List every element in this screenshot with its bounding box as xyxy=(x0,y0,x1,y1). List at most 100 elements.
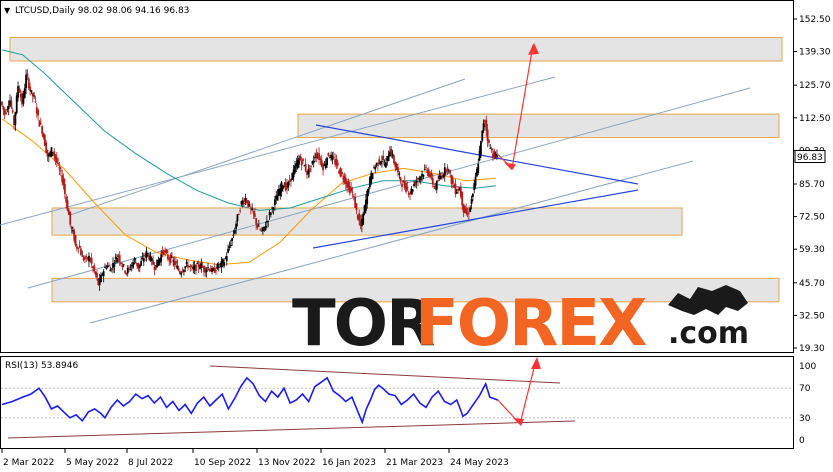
candle-body xyxy=(422,174,425,177)
candle-body xyxy=(180,272,183,275)
candle-body xyxy=(142,258,145,262)
rsi-tick-label: 100 xyxy=(799,362,816,372)
candle-body xyxy=(470,199,473,204)
candle-body xyxy=(327,153,330,156)
y-tick-label: 45.70 xyxy=(799,279,825,289)
x-tick-label: 21 Mar 2023 xyxy=(386,458,443,468)
candle-body xyxy=(299,155,302,161)
candle-body xyxy=(47,154,50,157)
candle-body xyxy=(122,264,125,266)
candle-body xyxy=(41,126,44,134)
candle-body xyxy=(162,250,165,255)
candle-body xyxy=(124,270,126,273)
candle-body xyxy=(232,234,235,236)
candle-body xyxy=(481,130,484,141)
candle-body xyxy=(34,101,37,102)
candle-body xyxy=(350,187,353,192)
candle-body xyxy=(69,211,72,225)
candle-body xyxy=(469,207,472,212)
candle-body xyxy=(411,189,414,192)
candle-body xyxy=(312,160,315,164)
candle-body xyxy=(467,212,470,214)
candle-body xyxy=(267,221,270,222)
candle-body xyxy=(236,214,239,222)
candle-body xyxy=(399,177,402,182)
candle-body xyxy=(108,265,110,267)
candle-body xyxy=(25,74,27,89)
candle-body xyxy=(271,207,274,209)
watermark-tor: TOR xyxy=(292,287,434,361)
x-tick-label: 5 May 2022 xyxy=(66,458,119,468)
x-tick-label: 8 Jul 2022 xyxy=(128,458,173,468)
candle-body xyxy=(207,267,209,269)
candle-body xyxy=(257,225,260,227)
candle-body xyxy=(14,112,17,126)
candle-body xyxy=(332,157,335,159)
candle-body xyxy=(66,200,69,211)
y-tick-label: 72.50 xyxy=(799,213,825,223)
candle-body xyxy=(431,177,434,185)
candle-body xyxy=(319,158,322,161)
y-tick-label: 19.30 xyxy=(799,344,825,354)
candle-body xyxy=(415,181,418,183)
candle-body xyxy=(308,168,311,173)
current-price-tag: 96.83 xyxy=(794,150,826,164)
candle-body xyxy=(225,256,228,262)
candle-body xyxy=(336,162,339,166)
candle-body xyxy=(172,260,175,262)
candle-body xyxy=(255,218,258,225)
candle-body xyxy=(480,140,482,156)
candle-body xyxy=(485,120,488,131)
candle-body xyxy=(81,255,84,257)
candle-body xyxy=(385,162,387,168)
candle-body xyxy=(446,167,449,171)
candle-body xyxy=(300,160,303,166)
candle-body xyxy=(461,191,464,206)
candle-body xyxy=(264,226,267,231)
candle-body xyxy=(110,268,113,271)
candle-body xyxy=(322,163,324,171)
candle-body xyxy=(496,154,498,157)
candle-body xyxy=(145,250,148,258)
candle-body xyxy=(102,271,105,277)
candle-body xyxy=(11,110,14,113)
candle-body xyxy=(477,163,480,173)
candle-body xyxy=(471,193,474,198)
candle-body xyxy=(30,90,33,92)
candle-body xyxy=(455,192,458,194)
x-tick-label: 2 Mar 2022 xyxy=(3,458,54,468)
candle-body xyxy=(177,267,180,271)
candle-body xyxy=(486,129,489,142)
candle-body xyxy=(374,166,377,170)
candle-body xyxy=(235,223,238,229)
candle-body xyxy=(121,265,124,268)
candle-body xyxy=(33,95,36,97)
candle-body xyxy=(205,269,208,272)
candle-body xyxy=(217,266,220,268)
rsi-tick-label: 70 xyxy=(799,384,811,394)
watermark-forex: FOREX xyxy=(415,287,647,361)
x-tick-label: 24 May 2023 xyxy=(450,458,509,468)
candle-body xyxy=(430,172,433,177)
candle-body xyxy=(233,230,236,234)
candle-body xyxy=(358,213,361,221)
candle-body xyxy=(362,213,365,225)
torforex-watermark: TOR FOREX .com xyxy=(292,285,749,361)
candle-body xyxy=(445,170,448,172)
candle-body xyxy=(132,262,135,268)
candle-body xyxy=(196,262,199,264)
candle-body xyxy=(191,266,193,268)
candle-body xyxy=(248,204,251,206)
candle-body xyxy=(185,262,188,264)
candle-body xyxy=(5,112,7,114)
candle-body xyxy=(302,158,304,162)
candle-body xyxy=(239,210,242,212)
chevron-down-icon[interactable]: ▼ xyxy=(4,6,11,15)
candle-body xyxy=(371,172,374,180)
candle-body xyxy=(215,270,217,272)
x-tick-label: 13 Nov 2022 xyxy=(258,458,316,468)
candle-body xyxy=(282,185,284,189)
y-tick-label: 152.50 xyxy=(799,15,831,25)
candle-body xyxy=(397,167,399,173)
candle-body xyxy=(129,268,132,270)
